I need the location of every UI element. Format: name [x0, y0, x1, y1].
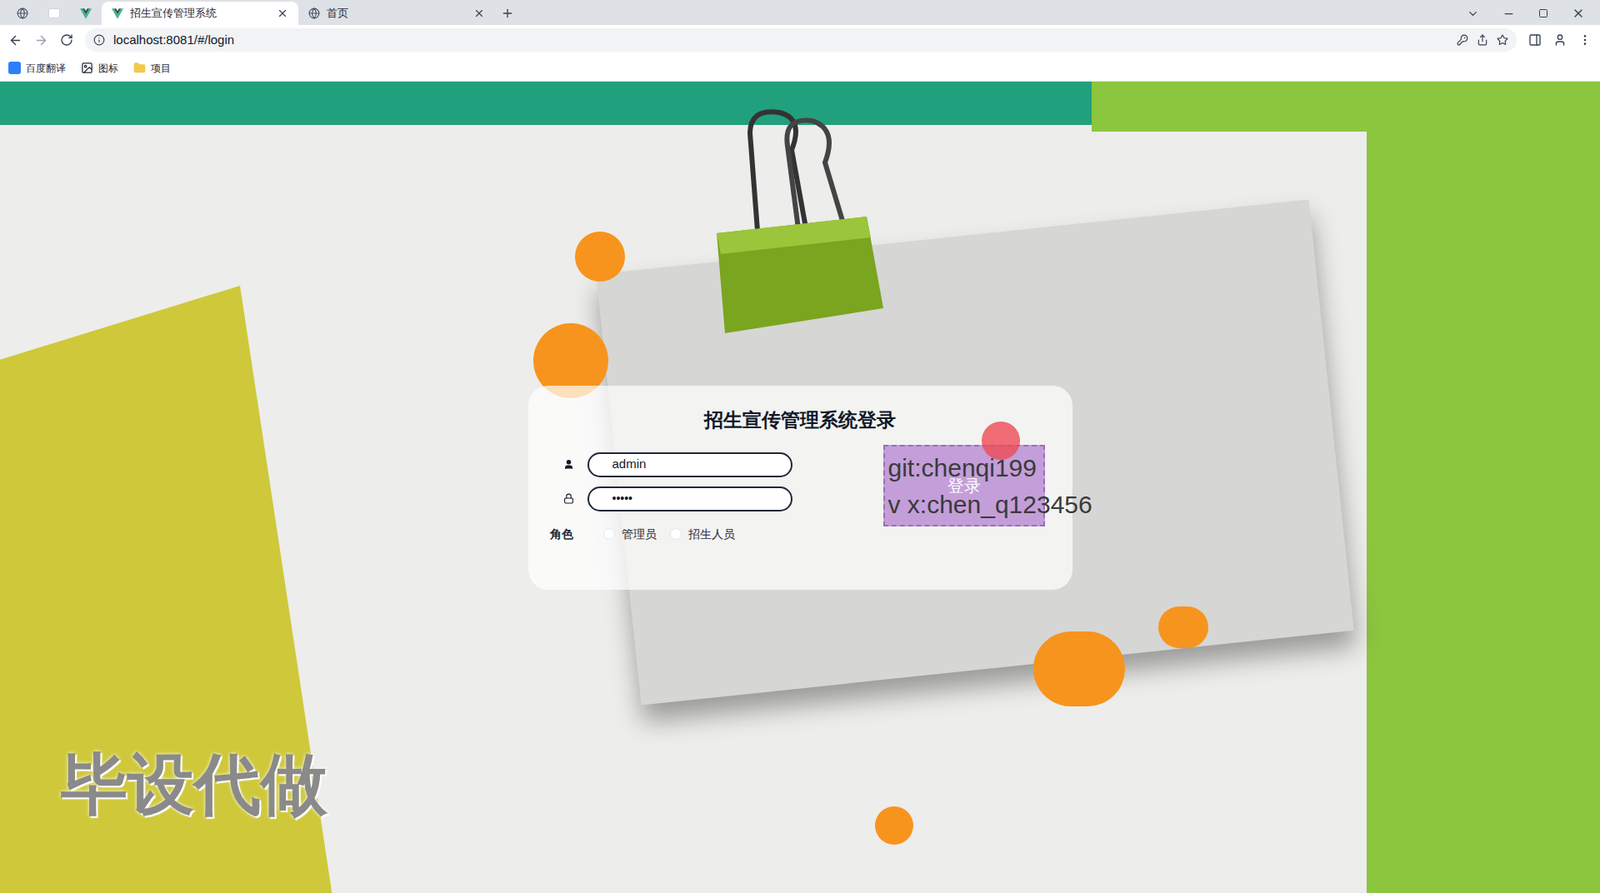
back-icon[interactable]	[8, 33, 23, 48]
forward-icon[interactable]	[34, 33, 49, 48]
tab-title: 招生宣传管理系统	[130, 5, 270, 22]
role-label: 角色	[550, 525, 604, 544]
browser-tab[interactable]	[38, 1, 70, 25]
menu-icon[interactable]	[1578, 33, 1592, 47]
globe-icon	[308, 7, 320, 20]
star-icon[interactable]	[1496, 34, 1509, 46]
tab-strip: 招生宣传管理系统 首页	[0, 0, 1600, 25]
page-icon	[48, 8, 60, 19]
info-icon	[93, 34, 105, 46]
bookmarks-bar: 百度翻译图标项目	[0, 55, 1600, 82]
close-window-icon[interactable]	[1571, 6, 1585, 20]
toolbar: localhost:8081/#/login	[0, 25, 1600, 55]
image-icon	[80, 61, 94, 75]
globe-icon	[16, 7, 29, 20]
address-text: localhost:8081/#/login	[113, 30, 1449, 50]
close-icon[interactable]	[473, 7, 485, 20]
bookmark[interactable]: 项目	[133, 60, 171, 76]
side-panel-icon[interactable]	[1528, 33, 1542, 47]
plus-icon	[500, 6, 515, 20]
close-icon[interactable]	[276, 7, 289, 20]
role-radio[interactable]: 招生人员	[670, 525, 735, 544]
tab-search-icon[interactable]	[1466, 7, 1480, 20]
orange-splat	[875, 806, 914, 845]
tab-title: 首页	[326, 5, 467, 22]
password-input[interactable]: •••••	[587, 486, 793, 512]
translate-icon	[8, 61, 21, 75]
share-icon[interactable]	[1476, 34, 1489, 46]
login-title: 招生宣传管理系统登录	[550, 407, 1051, 433]
binder-clip-icon	[700, 100, 892, 342]
orange-splat	[1033, 631, 1125, 707]
browser-tab[interactable]	[6, 1, 39, 25]
vue-logo-icon	[111, 8, 124, 20]
browser-tab[interactable]: 招生宣传管理系统	[101, 1, 299, 25]
orange-splat	[1158, 606, 1209, 649]
browser-tab[interactable]: 首页	[298, 1, 495, 25]
vue-logo-icon	[80, 8, 92, 20]
key-icon[interactable]	[1456, 34, 1469, 46]
user-icon	[563, 459, 575, 470]
new-tab-button[interactable]	[495, 1, 520, 25]
browser-tab[interactable]	[70, 1, 102, 25]
login-page: 招生宣传管理系统登录admin•••••角色管理员招生人员登录git:chenq…	[0, 81, 1600, 893]
reload-icon[interactable]	[60, 33, 74, 47]
username-input[interactable]: admin	[587, 452, 793, 478]
contact-overlay: git:chenqi199v x:chen_q123456	[888, 450, 1093, 524]
login-card: 招生宣传管理系统登录admin•••••角色管理员招生人员登录git:chenq…	[528, 385, 1073, 590]
watermark: 毕设代做	[60, 745, 328, 825]
minimize-icon[interactable]	[1502, 7, 1515, 20]
lock-icon	[563, 493, 575, 505]
role-radio[interactable]: 管理员	[603, 525, 657, 544]
browser-window: 招生宣传管理系统 首页 localhost:8081/#/login 百度翻译图标项目…	[0, 0, 1600, 893]
background-lime-right	[1366, 81, 1600, 893]
background-teal-band	[0, 81, 1092, 125]
orange-splat	[575, 231, 625, 282]
window-controls	[1466, 1, 1594, 25]
bookmark[interactable]: 百度翻译	[8, 60, 66, 76]
profile-icon[interactable]	[1553, 33, 1567, 47]
omnibox[interactable]: localhost:8081/#/login	[85, 28, 1517, 52]
folder-icon	[133, 61, 146, 75]
role-row: 角色管理员招生人员	[550, 525, 793, 544]
bookmark[interactable]: 图标	[80, 60, 119, 76]
restore-icon[interactable]	[1538, 8, 1549, 19]
